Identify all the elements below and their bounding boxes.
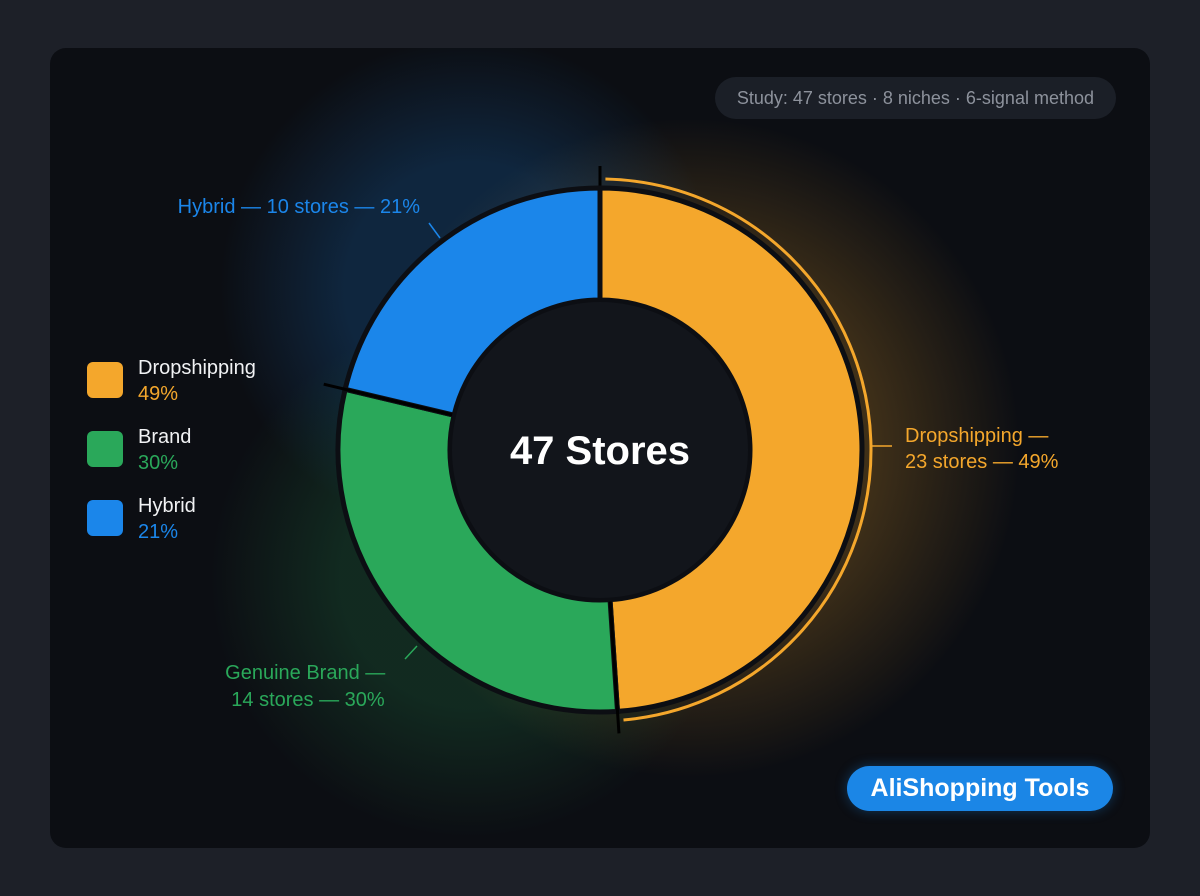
alishopping-tools-badge[interactable]: AliShopping Tools [847,766,1113,811]
donut-chart: 47 Stores Dropshipping — 23 stores — 49%… [178,48,1059,838]
legend-label: Brand [138,426,192,448]
legend-percent: 21% [138,521,179,543]
chart-card: Study: 47 stores · 8 niches · 6-signal m… [50,48,1150,848]
legend-percent: 30% [138,452,179,474]
legend-percent: 49% [138,383,179,405]
callout-hybrid: Hybrid — 10 stores — 21% [178,196,421,218]
legend-swatch-brand [87,431,123,467]
legend-swatch-hybrid [87,500,123,536]
center-label: 47 Stores [510,429,690,473]
legend-label: Hybrid [138,495,196,517]
legend-swatch-dropshipping [87,362,123,398]
legend-label: Dropshipping [138,357,256,379]
